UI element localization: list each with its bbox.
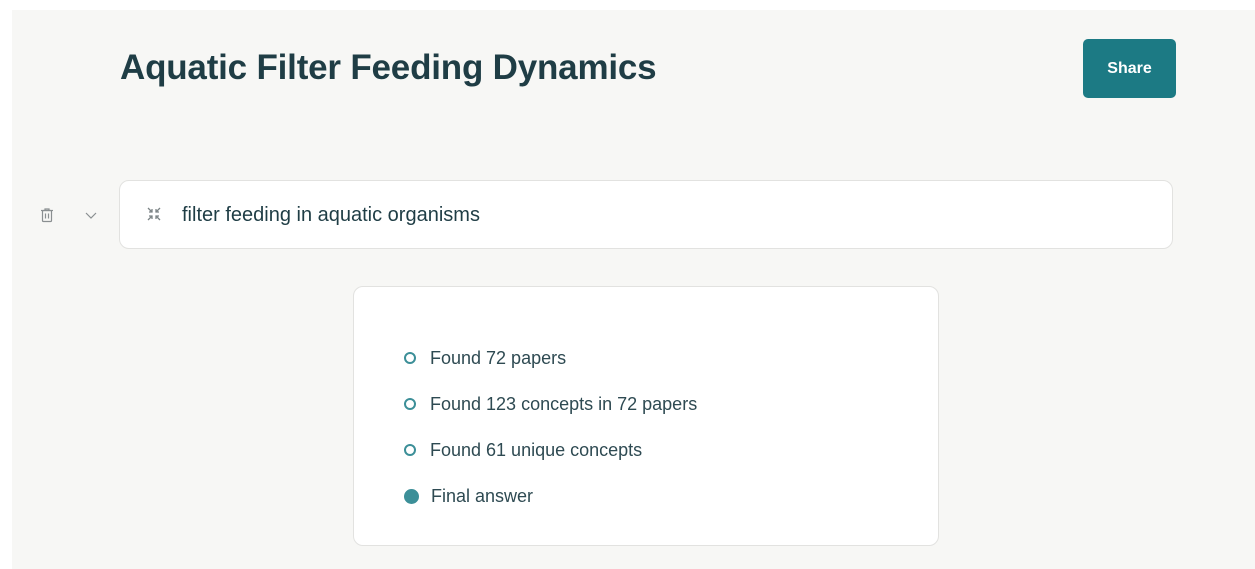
step-label: Final answer (431, 485, 534, 506)
step-item: Found 61 unique concepts (404, 427, 697, 473)
step-item: Found 72 papers (404, 335, 697, 381)
chevron-down-icon[interactable] (82, 206, 100, 224)
steps-list: Found 72 papers Found 123 concepts in 72… (404, 335, 697, 519)
step-item: Found 123 concepts in 72 papers (404, 381, 697, 427)
query-row-tools (38, 206, 100, 224)
trash-icon[interactable] (38, 206, 56, 224)
step-pending-dot-icon (404, 444, 416, 456)
share-button[interactable]: Share (1083, 39, 1176, 98)
query-text: filter feeding in aquatic organisms (182, 204, 480, 226)
step-item[interactable]: Final answer (404, 473, 697, 519)
step-label: Found 72 papers (430, 347, 567, 368)
steps-card: Found 72 papers Found 123 concepts in 72… (353, 286, 939, 546)
step-pending-dot-icon (404, 398, 416, 410)
step-label: Found 123 concepts in 72 papers (430, 393, 698, 414)
query-box[interactable]: filter feeding in aquatic organisms (119, 180, 1173, 249)
step-done-dot-icon (404, 488, 419, 504)
step-label: Found 61 unique concepts (430, 439, 643, 460)
page-canvas: Aquatic Filter Feeding Dynamics Share fi… (12, 10, 1255, 569)
collapse-arrows-icon[interactable] (146, 206, 162, 222)
step-pending-dot-icon (404, 352, 416, 364)
page-title: Aquatic Filter Feeding Dynamics (120, 48, 657, 87)
